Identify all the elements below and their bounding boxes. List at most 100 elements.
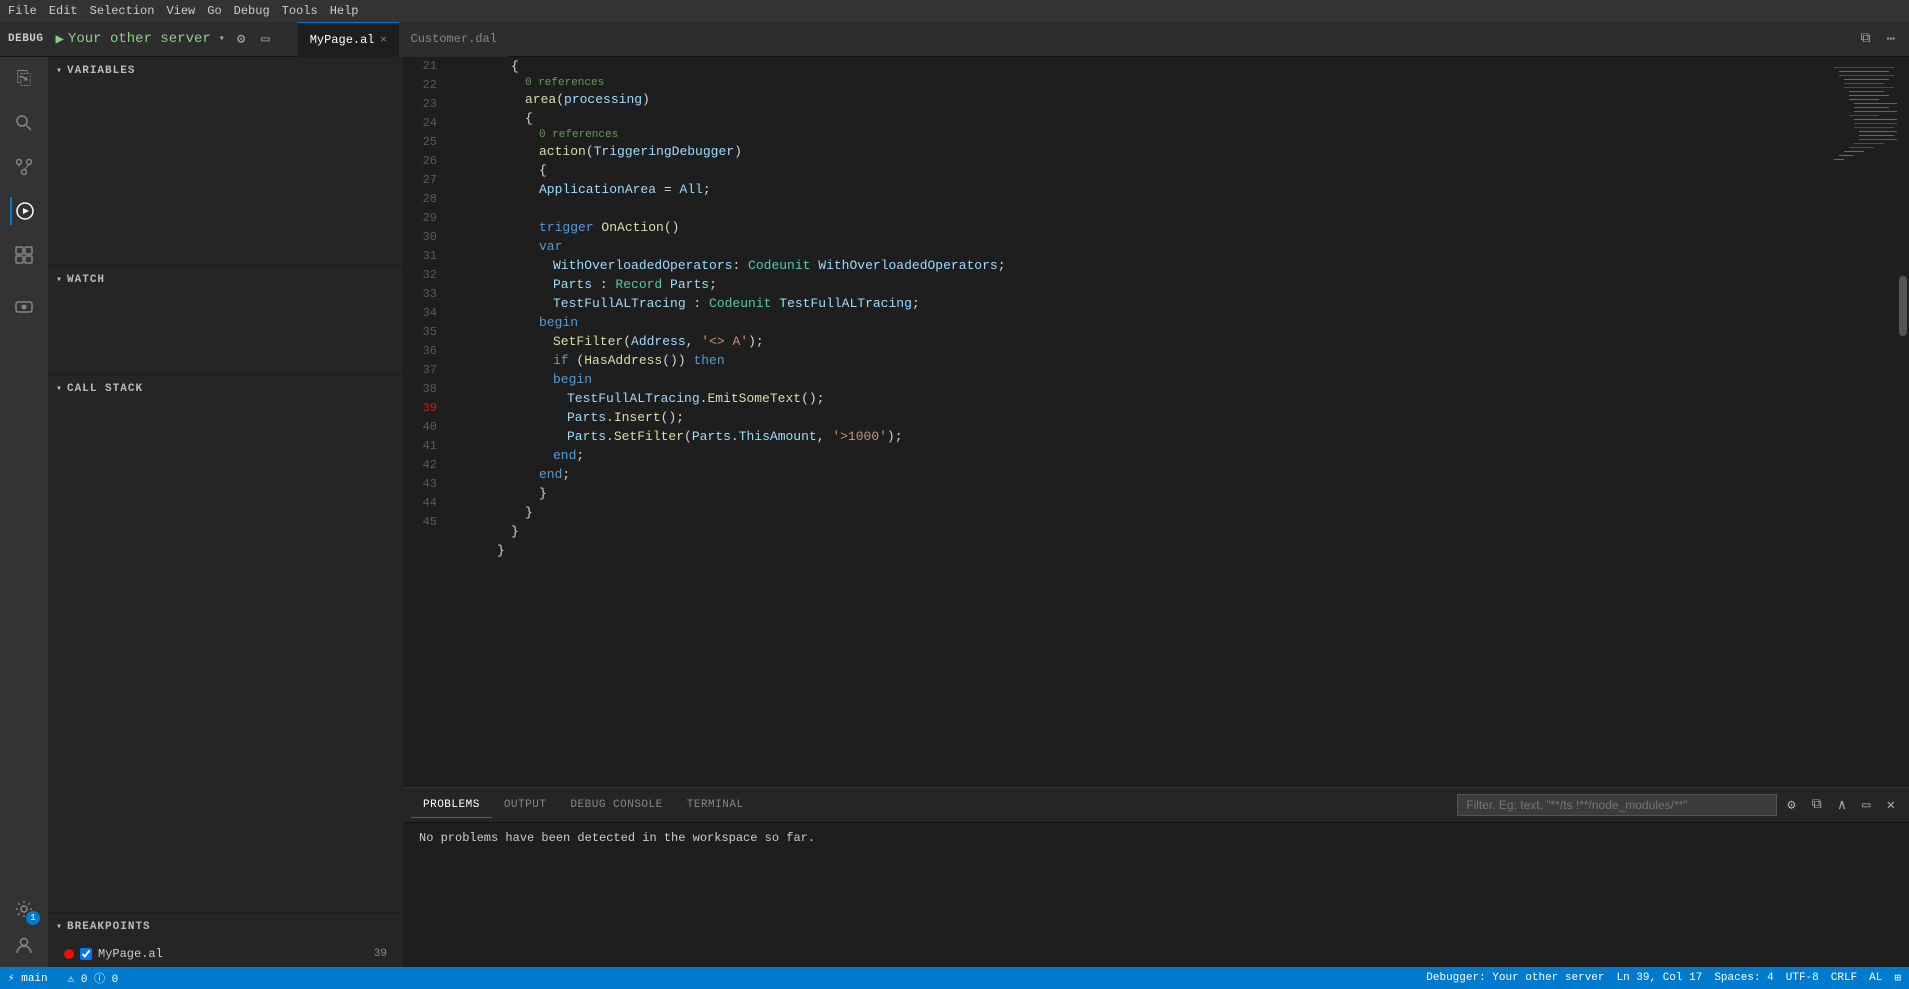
token: Parts: [567, 408, 606, 427]
menu-edit[interactable]: Edit: [49, 4, 78, 18]
token: :: [732, 256, 748, 275]
account-icon[interactable]: [10, 931, 38, 959]
breakpoints-section: ▾ BREAKPOINTS MyPage.al 39: [48, 913, 403, 967]
window-split-icon[interactable]: ⧉: [1855, 29, 1877, 49]
table-row: TestFullALTracing : Codeunit TestFullALT…: [469, 294, 1829, 313]
settings-icon[interactable]: 1: [10, 895, 38, 923]
tab-mypage[interactable]: MyPage.al ✕: [298, 22, 399, 57]
token: if: [553, 351, 569, 370]
watch-section: ▾ WATCH: [48, 266, 403, 375]
search-icon[interactable]: [10, 109, 38, 137]
status-encoding[interactable]: UTF-8: [1786, 972, 1819, 984]
tab-mypage-close[interactable]: ✕: [381, 34, 387, 46]
line-number: 36: [403, 342, 445, 361]
code-line-with-ref: 0 referencesaction(TriggeringDebugger): [469, 128, 1829, 161]
activity-bottom: 1: [10, 895, 38, 959]
status-right: Debugger: Your other server Ln 39, Col 1…: [1426, 971, 1901, 985]
panel-copy-icon[interactable]: ⧉: [1806, 795, 1828, 815]
debug-run-icon[interactable]: [10, 197, 38, 225]
debug-layout-icon[interactable]: ▭: [257, 29, 273, 50]
status-bar: ⚡ main ⚠ 0 ⓘ 0 Debugger: Your other serv…: [0, 967, 1909, 989]
editor-area: 2122232425262728293031323334353637383940…: [403, 57, 1909, 967]
table-row: area(processing): [525, 90, 1829, 109]
status-debugger[interactable]: Debugger: Your other server: [1426, 972, 1604, 984]
callstack-content: [48, 403, 403, 523]
variables-header[interactable]: ▾ VARIABLES: [48, 57, 403, 85]
files-icon[interactable]: ⎘: [10, 65, 38, 93]
token: .: [606, 408, 614, 427]
status-language[interactable]: AL: [1869, 972, 1882, 984]
scrollbar[interactable]: [1897, 57, 1909, 787]
panel-maximize-icon[interactable]: ▭: [1856, 795, 1876, 816]
extensions-icon[interactable]: [10, 241, 38, 269]
watch-header[interactable]: ▾ WATCH: [48, 266, 403, 294]
breakpoint-checkbox[interactable]: [80, 948, 92, 960]
callstack-header[interactable]: ▾ CALL STACK: [48, 375, 403, 403]
line-number: 25: [403, 133, 445, 152]
code-line-with-ref: 0 referencesarea(processing): [469, 76, 1829, 109]
token: HasAddress: [584, 351, 662, 370]
line-number: 27: [403, 171, 445, 190]
panel-close-icon[interactable]: ✕: [1881, 795, 1901, 816]
code-content: {0 referencesarea(processing){0 referenc…: [453, 57, 1829, 787]
watch-label: WATCH: [67, 274, 105, 286]
window-more-icon[interactable]: ⋯: [1881, 29, 1901, 50]
table-row: end;: [469, 446, 1829, 465]
menu-view[interactable]: View: [166, 4, 195, 18]
token: ;: [703, 180, 711, 199]
menu-debug[interactable]: Debug: [234, 4, 270, 18]
table-row: Parts.Insert();: [469, 408, 1829, 427]
server-dropdown-arrow[interactable]: ▾: [219, 33, 225, 45]
token: );: [748, 332, 764, 351]
token: '<> A': [701, 332, 748, 351]
debug-settings-icon[interactable]: ⚙: [233, 29, 249, 50]
tab-debug-console[interactable]: DEBUG CONSOLE: [558, 793, 674, 817]
remote-icon[interactable]: [10, 293, 38, 321]
variables-section: ▾ VARIABLES: [48, 57, 403, 266]
table-row: }: [469, 484, 1829, 503]
tab-problems[interactable]: PROBLEMS: [411, 793, 492, 818]
panel-filter-input[interactable]: [1457, 794, 1777, 816]
breakpoint-filename: MyPage.al: [98, 947, 163, 961]
line-number: 35: [403, 323, 445, 342]
menu-help[interactable]: Help: [330, 4, 359, 18]
breakpoints-header[interactable]: ▾ BREAKPOINTS: [48, 913, 403, 941]
token: (: [623, 332, 631, 351]
token: OnAction: [601, 218, 663, 237]
token: SetFilter: [553, 332, 623, 351]
debug-play-button[interactable]: ▶ Your other server: [56, 31, 211, 48]
panel-collapse-icon[interactable]: ∧: [1832, 795, 1852, 816]
status-problems-count[interactable]: ⚠ 0 ⓘ 0: [68, 970, 119, 986]
status-debug-indicator[interactable]: ⚡ main: [0, 967, 56, 989]
token: }: [539, 484, 547, 503]
token: ): [734, 142, 742, 161]
token: [810, 256, 818, 275]
status-line-col[interactable]: Ln 39, Col 17: [1617, 972, 1703, 984]
status-layout-icon[interactable]: ⊞: [1894, 971, 1901, 985]
tab-output[interactable]: OUTPUT: [492, 793, 559, 817]
tab-customer[interactable]: Customer.dal: [399, 22, 509, 57]
tab-mypage-label: MyPage.al: [310, 33, 375, 47]
menu-file[interactable]: File: [8, 4, 37, 18]
breakpoint-line-num: 39: [374, 948, 387, 960]
token: ;: [562, 465, 570, 484]
menu-selection[interactable]: Selection: [90, 4, 155, 18]
token: (: [569, 351, 585, 370]
token: Parts: [553, 275, 592, 294]
line-number: 38: [403, 380, 445, 399]
line-number: 43: [403, 475, 445, 494]
source-control-icon[interactable]: [10, 153, 38, 181]
token: ApplicationArea: [539, 180, 656, 199]
token: ;: [912, 294, 920, 313]
code-editor[interactable]: 2122232425262728293031323334353637383940…: [403, 57, 1909, 787]
tab-terminal[interactable]: TERMINAL: [675, 793, 756, 817]
status-spaces[interactable]: Spaces: 4: [1714, 972, 1773, 984]
reference-hint: 0 references: [539, 128, 1829, 142]
breakpoints-chevron: ▾: [56, 921, 63, 933]
status-eol[interactable]: CRLF: [1831, 972, 1857, 984]
menu-tools[interactable]: Tools: [282, 4, 318, 18]
menu-go[interactable]: Go: [207, 4, 221, 18]
panel-filter-settings-icon[interactable]: ⚙: [1781, 795, 1801, 816]
token: end: [553, 446, 576, 465]
debug-label: DEBUG: [8, 33, 44, 45]
